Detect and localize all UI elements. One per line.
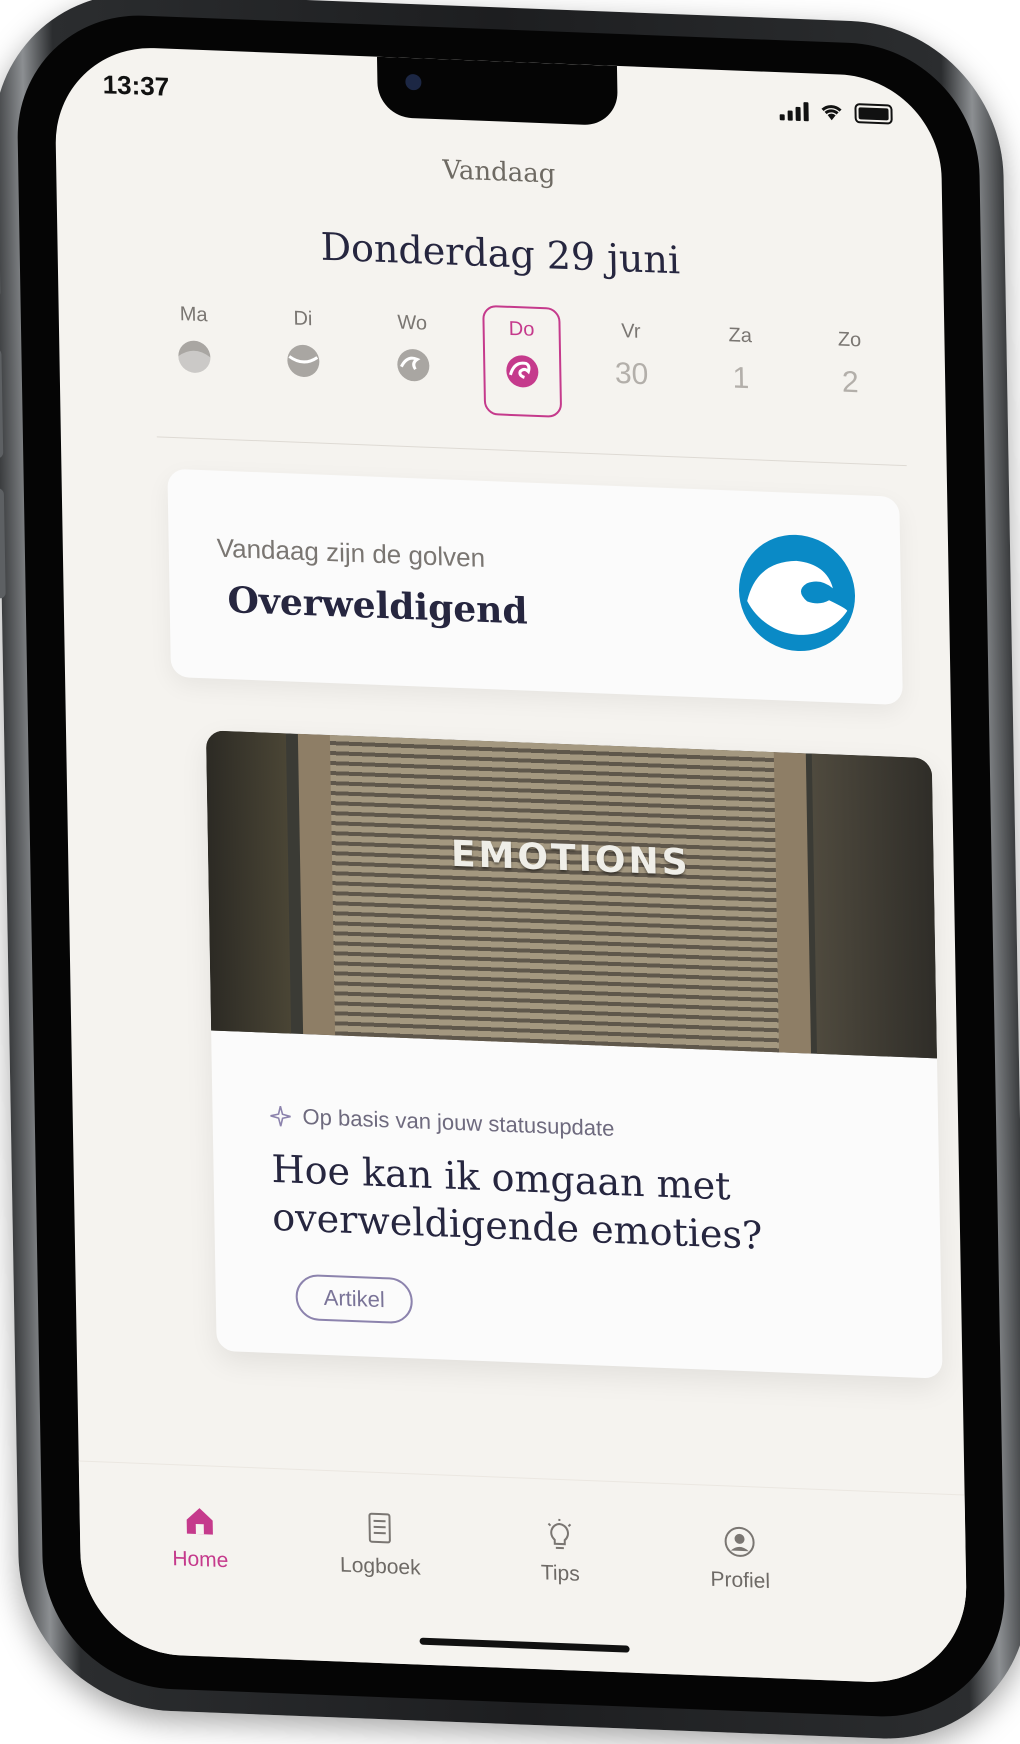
image-wood-right — [812, 754, 937, 1059]
wave-gray-icon — [285, 342, 322, 379]
article-tag-text: Op basis van jouw statusupdate — [302, 1104, 614, 1142]
phone-frame: 13:37 Vandaag Donderdag 29 juni Ma — [0, 0, 1020, 1744]
day-number: 30 — [615, 357, 649, 392]
day-vr[interactable]: Vr 30 — [592, 309, 672, 422]
wave-pink-icon — [504, 353, 541, 390]
profile-icon — [722, 1524, 757, 1559]
tab-home[interactable]: Home — [139, 1502, 260, 1575]
wave-logo-icon — [736, 531, 858, 656]
day-number: 2 — [842, 366, 859, 401]
day-label: Vr — [621, 320, 641, 344]
signal-icon — [779, 100, 808, 121]
status-time: 13:37 — [102, 69, 169, 103]
page-title: Vandaag — [56, 140, 942, 204]
mood-value: Overweldigend — [227, 579, 528, 633]
article-title: Hoe kan ik omgaan met overweldigende emo… — [271, 1145, 901, 1265]
tab-label: Tips — [541, 1561, 580, 1587]
day-zo[interactable]: Zo 2 — [810, 317, 890, 430]
wave-gray-icon — [395, 346, 432, 383]
tab-profiel[interactable]: Profiel — [679, 1523, 800, 1596]
home-indicator — [420, 1638, 630, 1653]
tab-tips[interactable]: Tips — [499, 1516, 620, 1589]
day-number: 1 — [732, 361, 749, 396]
tab-bar: Home Logboek Tips — [79, 1460, 968, 1685]
article-image: EMOTIONS — [206, 730, 937, 1058]
tab-label: Home — [172, 1547, 228, 1573]
notebook-icon — [362, 1510, 397, 1545]
day-wo[interactable]: Wo — [373, 301, 453, 414]
tab-logboek[interactable]: Logboek — [319, 1509, 440, 1582]
image-wood-left — [206, 730, 291, 1033]
day-za[interactable]: Za 1 — [701, 313, 781, 426]
article-card[interactable]: EMOTIONS Op basis van jouw statusupdate … — [206, 730, 943, 1378]
wifi-icon — [818, 102, 844, 123]
status-icons — [779, 100, 892, 124]
screen: 13:37 Vandaag Donderdag 29 juni Ma — [54, 44, 968, 1685]
day-label: Ma — [180, 303, 208, 327]
day-label: Wo — [397, 312, 427, 336]
day-label: Di — [293, 308, 312, 332]
article-tag: Op basis van jouw statusupdate — [268, 1103, 614, 1142]
article-button[interactable]: Artikel — [295, 1274, 413, 1325]
mood-subtitle: Vandaag zijn de golven — [216, 533, 485, 574]
day-label: Zo — [838, 328, 862, 352]
mood-card[interactable]: Vandaag zijn de golven Overweldigend — [167, 469, 903, 705]
divider — [157, 436, 907, 466]
image-letterboard — [330, 735, 779, 1052]
week-selector: Ma Di Wo Do — [154, 292, 890, 430]
day-label: Do — [509, 318, 535, 342]
home-icon — [182, 1503, 217, 1538]
day-do-selected[interactable]: Do — [482, 305, 562, 418]
lightbulb-icon — [542, 1517, 577, 1552]
wave-gray-icon — [176, 338, 213, 375]
day-ma[interactable]: Ma — [154, 292, 234, 405]
day-di[interactable]: Di — [264, 296, 344, 409]
tab-label: Profiel — [710, 1568, 770, 1594]
date-heading: Donderdag 29 juni — [57, 214, 944, 292]
sparkle-icon — [268, 1104, 292, 1129]
day-label: Za — [728, 324, 752, 348]
tab-label: Logboek — [340, 1554, 421, 1581]
battery-icon — [854, 103, 892, 124]
